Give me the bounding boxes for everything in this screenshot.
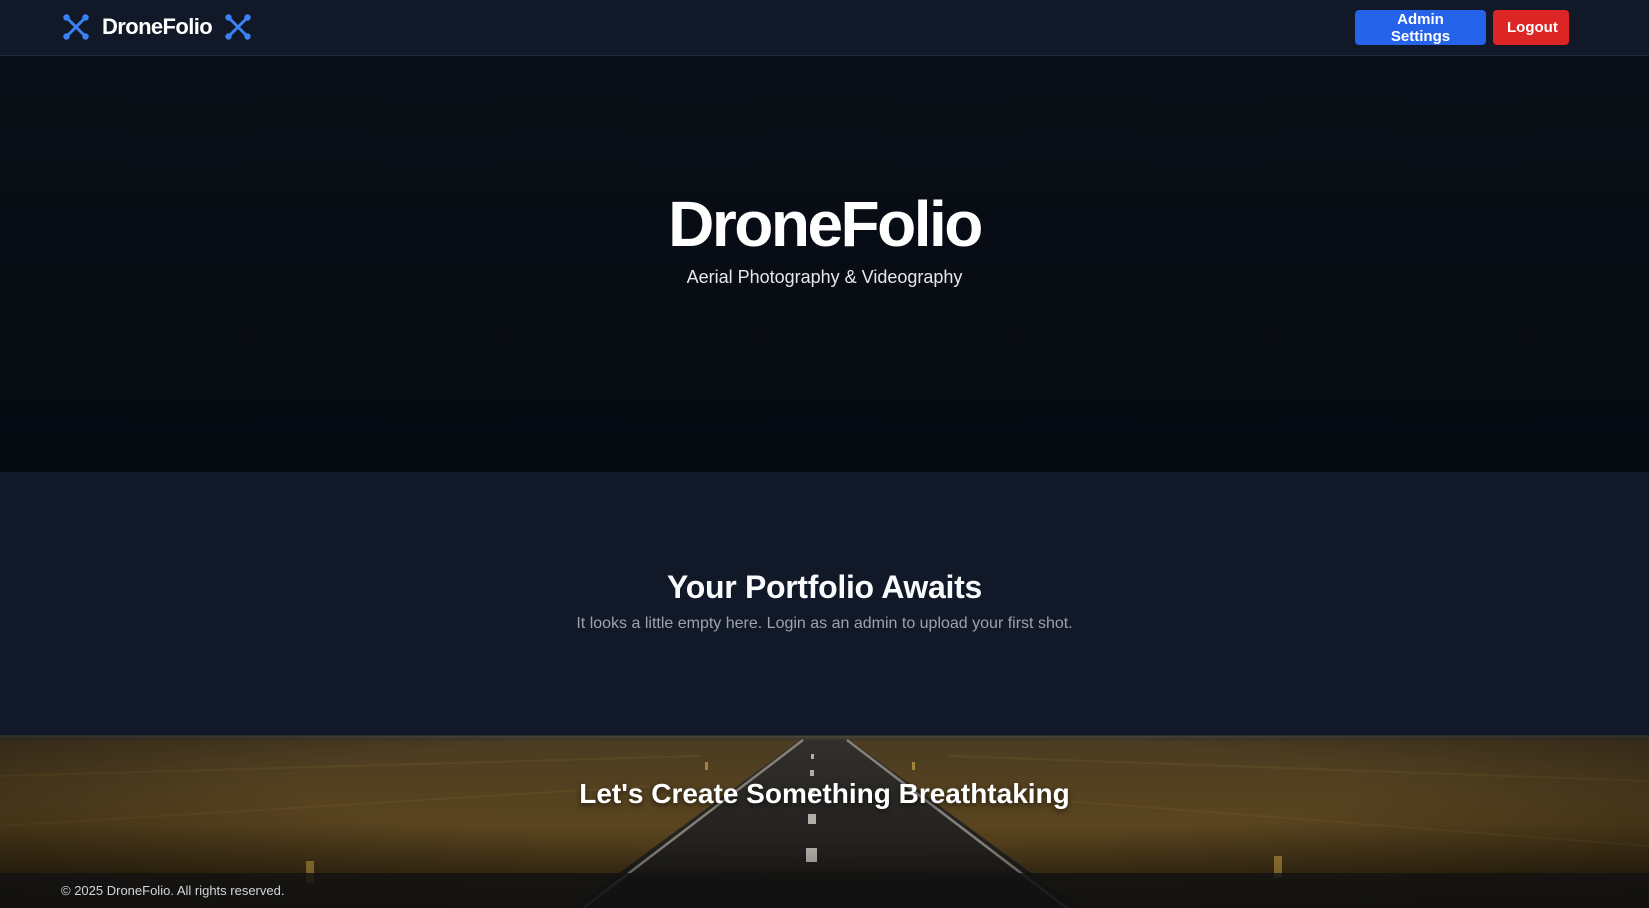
portfolio-title: Your Portfolio Awaits: [667, 569, 982, 605]
portfolio-empty-message: It looks a little empty here. Login as a…: [576, 615, 1073, 632]
footer: © 2025 DroneFolio. All rights reserved.: [0, 873, 1649, 908]
drone-icon: [225, 14, 251, 40]
logout-button[interactable]: Logout: [1493, 10, 1569, 45]
drone-icon: [63, 14, 89, 40]
top-navbar: DroneFolio Admin Settings Logout: [0, 0, 1649, 56]
footer-copyright: © 2025 DroneFolio. All rights reserved.: [61, 883, 285, 898]
hero-subtitle: Aerial Photography & Videography: [686, 267, 963, 287]
hero-section: DroneFolio Aerial Photography & Videogra…: [0, 56, 1649, 472]
admin-settings-button[interactable]: Admin Settings: [1355, 10, 1486, 45]
hero-title: DroneFolio: [668, 188, 983, 260]
brand-name: DroneFolio: [102, 14, 213, 39]
brand-logo[interactable]: DroneFolio: [62, 12, 252, 42]
cta-title: Let's Create Something Breathtaking: [579, 778, 1070, 809]
portfolio-section: Your Portfolio Awaits It looks a little …: [0, 472, 1649, 735]
nav-actions: Admin Settings Logout: [1355, 10, 1569, 45]
